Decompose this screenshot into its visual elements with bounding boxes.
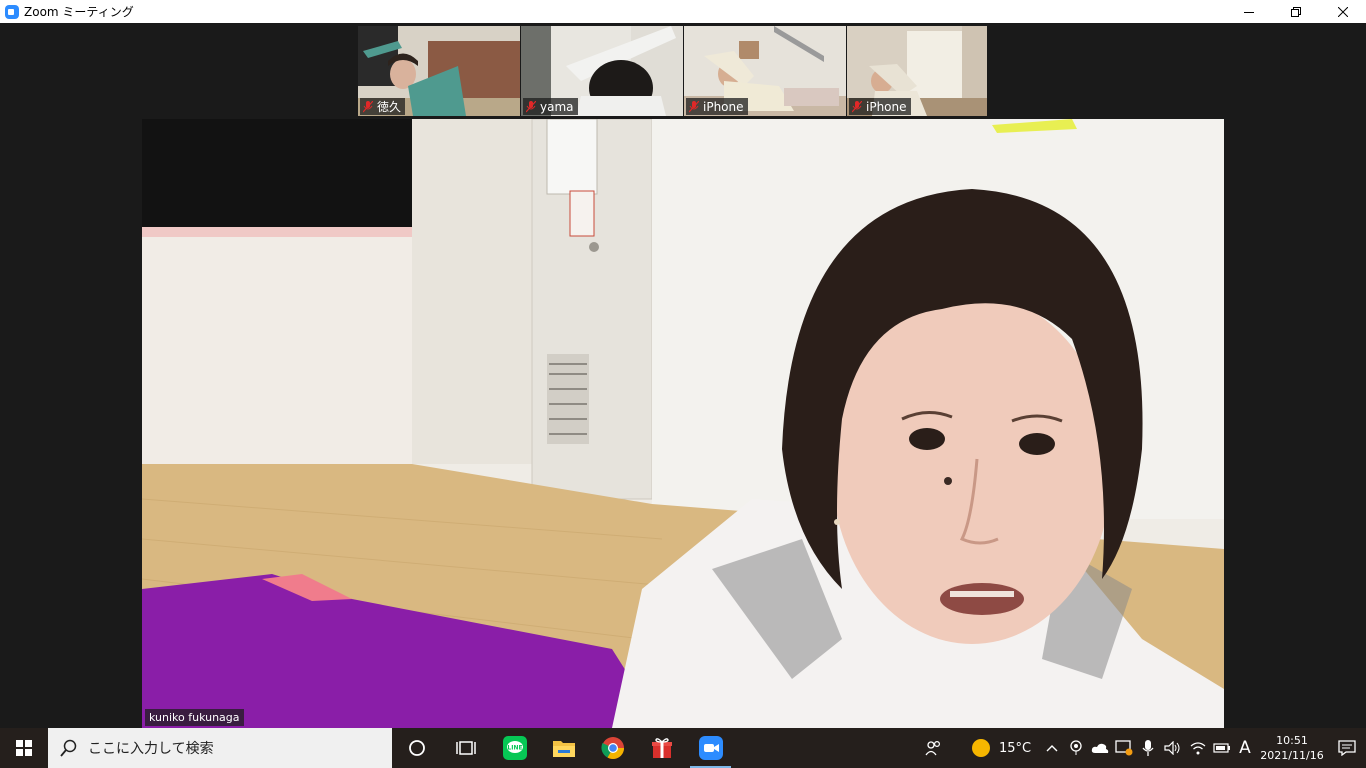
chrome-button[interactable] [588,728,637,768]
webcam-tray-button[interactable] [1064,728,1088,768]
participant-thumbnail[interactable]: 徳久 [358,26,520,116]
zoom-taskbar-button[interactable] [686,728,735,768]
windows-icon [16,740,32,756]
show-hidden-icons-button[interactable] [1040,728,1064,768]
weather-temperature: 15°C [998,740,1032,756]
gift-app-button[interactable] [637,728,686,768]
line-app-button[interactable]: LINE [490,728,539,768]
participant-thumbnail[interactable]: yama [521,26,683,116]
taskbar: ここに入力して検索 LINE 15°C A 10:51 2021/11/16 [0,728,1366,768]
chevron-up-icon [1046,745,1058,752]
cortana-icon [408,740,425,756]
gift-icon [651,738,672,758]
muted-mic-icon [851,100,863,113]
clock[interactable]: 10:51 2021/11/16 [1256,733,1328,763]
ime-mode-indicator[interactable]: A [1234,728,1256,768]
clock-date: 2021/11/16 [1260,749,1324,762]
window-title: Zoom ミーティング [24,5,134,19]
notification-icon [1338,740,1356,756]
search-icon [60,739,77,757]
minimize-button[interactable] [1225,0,1272,23]
people-button[interactable] [914,728,954,768]
participant-label: yama [523,98,578,115]
restore-button[interactable] [1272,0,1319,23]
task-view-icon [455,741,476,755]
taskbar-search-box[interactable]: ここに入力して検索 [48,728,392,768]
title-bar: Zoom ミーティング [0,0,1366,23]
network-button[interactable] [1186,728,1210,768]
svg-text:LINE: LINE [507,745,522,752]
monitor-alert-icon [1115,740,1133,756]
file-explorer-button[interactable] [539,728,588,768]
microphone-tray-button[interactable] [1136,728,1160,768]
participant-name: yama [540,99,574,114]
zoom-app-icon [5,4,19,19]
battery-button[interactable] [1210,728,1234,768]
chrome-icon [600,737,624,759]
sun-icon [971,739,990,757]
close-button[interactable] [1319,0,1366,23]
search-placeholder: ここに入力して検索 [88,741,214,757]
active-speaker-video[interactable]: kuniko fukunaga [142,119,1224,728]
participant-name: 徳久 [377,100,402,114]
speaker-video-frame [142,119,1224,728]
wifi-icon [1190,742,1206,755]
volume-button[interactable] [1160,728,1186,768]
speaker-icon [1164,741,1180,755]
action-center-button[interactable] [1328,728,1366,768]
participant-name: iPhone [866,99,907,114]
cortana-button[interactable] [392,728,441,768]
zoom-icon [698,736,723,760]
window-controls [1225,0,1366,23]
participant-name: iPhone [703,99,744,114]
muted-mic-icon [688,100,700,113]
people-icon [925,740,941,756]
security-tray-button[interactable] [1112,728,1136,768]
muted-mic-icon [525,100,537,113]
webcam-icon [1070,740,1082,755]
weather-widget[interactable]: 15°C [962,728,1040,768]
onedrive-button[interactable] [1088,728,1112,768]
participant-label: iPhone [686,98,748,115]
line-icon: LINE [502,736,527,760]
meeting-area: 徳久 yama iPhone iPhone kuniko fukunaga [0,23,1366,728]
participant-label: iPhone [849,98,911,115]
participant-thumbnail[interactable]: iPhone [684,26,846,116]
participant-thumbnail[interactable]: iPhone [847,26,987,116]
start-button[interactable] [0,728,48,768]
participant-label: 徳久 [360,98,406,115]
system-tray: 15°C A 10:51 2021/11/16 [914,728,1366,768]
task-view-button[interactable] [441,728,490,768]
cloud-icon [1091,743,1109,753]
battery-icon [1213,743,1230,753]
muted-mic-icon [362,100,374,113]
speaker-name-label: kuniko fukunaga [145,709,244,726]
clock-time: 10:51 [1276,734,1308,747]
folder-icon [552,741,575,757]
microphone-icon [1142,740,1154,756]
